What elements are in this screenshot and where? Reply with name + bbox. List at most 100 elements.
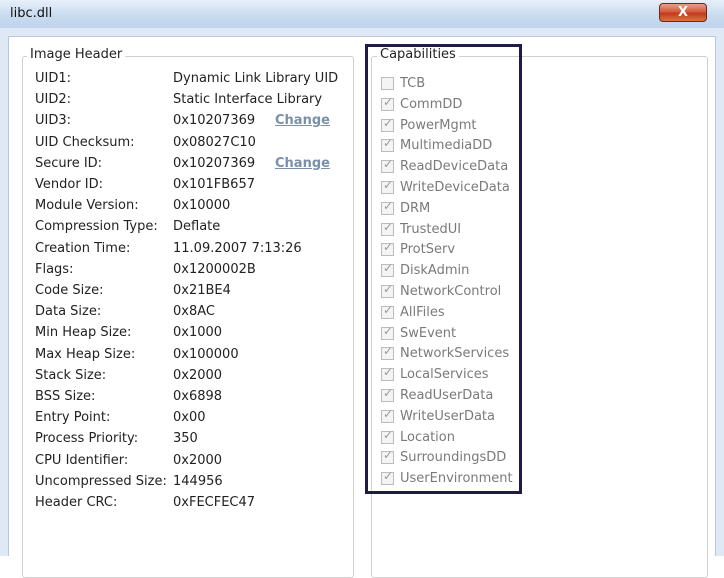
- capability-label: DRM: [400, 200, 431, 216]
- capability-checkbox[interactable]: ✓: [381, 240, 394, 257]
- checkmark-icon: ✓: [383, 282, 394, 296]
- capability-checkbox[interactable]: ✓: [381, 344, 394, 361]
- capability-checkbox[interactable]: ✓: [381, 157, 394, 174]
- capability-label: TrustedUI: [400, 221, 462, 237]
- checkmark-icon: ✓: [383, 448, 394, 463]
- header-field-label: Creation Time:: [35, 240, 131, 256]
- header-field-label: CPU Identifier:: [35, 452, 129, 468]
- checkmark-icon: ✓: [383, 323, 394, 338]
- title-bar[interactable]: libc.dll X: [0, 0, 724, 28]
- capability-label: PowerMgmt: [400, 117, 477, 133]
- capability-label: DiskAdmin: [400, 263, 470, 279]
- capability-checkbox[interactable]: ✓: [381, 323, 394, 340]
- capability-checkbox[interactable]: ✓: [381, 94, 394, 111]
- capability-label: ProtServ: [400, 242, 456, 258]
- capability-label: WriteDeviceData: [400, 180, 510, 195]
- image-header-legend: Image Header: [27, 47, 126, 62]
- capability-label: ReadDeviceData: [400, 159, 509, 175]
- checkmark-icon: ✓: [383, 178, 394, 192]
- header-field-label: BSS Size:: [35, 389, 96, 404]
- capability-label: SwEvent: [400, 325, 457, 341]
- checkmark-icon: ✓: [383, 365, 394, 380]
- header-field-value: 0x100000: [173, 346, 239, 362]
- header-field-label: UID Checksum:: [35, 134, 135, 150]
- capability-label: NetworkServices: [400, 346, 510, 362]
- capability-label: CommDD: [400, 96, 463, 112]
- close-button[interactable]: X: [659, 3, 707, 22]
- capability-label: MultimediaDD: [400, 138, 493, 154]
- header-field-value: 0x10000: [173, 198, 231, 214]
- checkmark-icon: ✓: [383, 344, 394, 359]
- capability-checkbox[interactable]: ✓: [381, 303, 394, 319]
- header-field-label: Entry Point:: [35, 410, 111, 426]
- header-field-label: Compression Type:: [35, 219, 158, 235]
- capability-label: NetworkControl: [400, 284, 502, 299]
- capability-checkbox[interactable]: ✓: [381, 427, 394, 444]
- checkmark-icon: ✓: [383, 94, 394, 109]
- checkmark-icon: ✓: [383, 115, 394, 130]
- capability-checkbox[interactable]: ✓: [381, 365, 394, 382]
- checkmark-icon: ✓: [383, 406, 394, 421]
- capability-checkbox[interactable]: ✓: [381, 198, 394, 215]
- header-field-value: 0x21BE4: [173, 283, 231, 298]
- capability-checkbox[interactable]: ✓: [381, 282, 394, 298]
- header-field-label: Uncompressed Size:: [35, 473, 167, 489]
- header-field-value: 0x2000: [173, 367, 223, 383]
- header-field-value: 0x00: [173, 410, 206, 426]
- checkmark-icon: ✓: [383, 240, 394, 255]
- header-field-label: Module Version:: [35, 198, 139, 214]
- capability-label: WriteUserData: [400, 408, 495, 424]
- capability-checkbox[interactable]: ✓: [381, 386, 394, 402]
- checkmark-icon: ✓: [383, 261, 394, 276]
- capability-checkbox[interactable]: ✓: [381, 178, 394, 194]
- header-field-value: 350: [173, 431, 198, 447]
- capability-label: LocalServices: [400, 367, 489, 383]
- capability-label: SurroundingsDD: [400, 450, 507, 466]
- header-field-value: 0xFECFEC47: [173, 495, 256, 510]
- capability-checkbox[interactable]: ✓: [381, 136, 394, 153]
- capability-checkbox[interactable]: ✓: [381, 261, 394, 278]
- header-field-label: Min Heap Size:: [35, 325, 132, 341]
- capability-checkbox[interactable]: ✓: [381, 448, 394, 465]
- header-field-value: 0x1000: [173, 325, 223, 341]
- header-field-value: 144956: [173, 473, 223, 489]
- capability-checkbox[interactable]: ✓: [381, 219, 394, 236]
- capability-checkbox[interactable]: [381, 77, 394, 90]
- checkmark-icon: ✓: [383, 157, 394, 172]
- capability-checkbox[interactable]: ✓: [381, 406, 394, 423]
- header-field-value: 0x10207369: [173, 155, 256, 171]
- window-title: libc.dll: [10, 6, 53, 21]
- checkmark-icon: ✓: [383, 386, 394, 400]
- header-field-label: Data Size:: [35, 304, 102, 320]
- header-field-value: 0x10207369: [173, 113, 256, 129]
- header-field-value: Dynamic Link Library UID: [173, 71, 339, 86]
- capability-label: Location: [400, 429, 455, 445]
- change-link[interactable]: Change: [275, 156, 330, 171]
- checkmark-icon: ✓: [383, 219, 394, 234]
- capability-label: AllFiles: [400, 304, 445, 320]
- header-field-label: Process Priority:: [35, 431, 139, 447]
- header-field-label: Code Size:: [35, 283, 104, 298]
- checkmark-icon: ✓: [383, 198, 394, 213]
- header-field-label: Vendor ID:: [35, 177, 104, 192]
- capability-checkbox[interactable]: ✓: [381, 115, 394, 132]
- header-field-label: UID2:: [35, 92, 72, 108]
- checkmark-icon: ✓: [383, 427, 394, 442]
- header-field-value: Deflate: [173, 219, 221, 235]
- capability-label: UserEnvironment: [400, 471, 513, 487]
- capability-label: TCB: [400, 76, 426, 91]
- header-field-label: Header CRC:: [35, 495, 118, 510]
- change-link[interactable]: Change: [275, 113, 330, 128]
- header-field-label: Secure ID:: [35, 155, 103, 171]
- header-field-label: UID3:: [35, 113, 72, 129]
- checkmark-icon: ✓: [383, 469, 394, 484]
- header-field-value: 0x6898: [173, 389, 223, 404]
- capability-checkbox[interactable]: ✓: [381, 469, 394, 486]
- header-field-label: Max Heap Size:: [35, 346, 136, 362]
- checkmark-icon: ✓: [383, 136, 394, 151]
- header-field-value: 0x08027C10: [173, 134, 256, 150]
- header-field-value: 0x1200002B: [173, 261, 256, 277]
- header-field-value: 0x2000: [173, 452, 223, 468]
- header-field-value: Static Interface Library: [173, 92, 323, 108]
- header-field-value: 11.09.2007 7:13:26: [173, 240, 302, 256]
